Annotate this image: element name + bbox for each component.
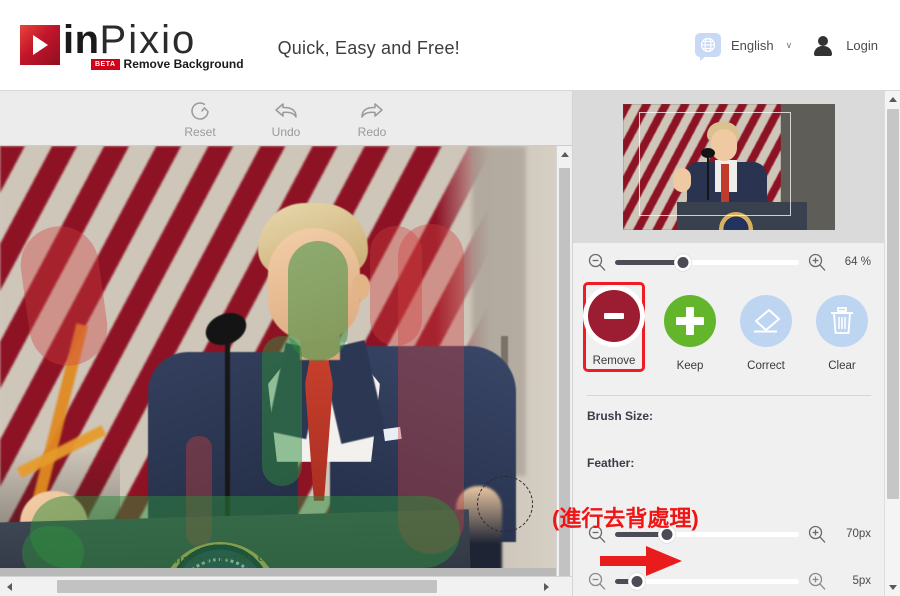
remove-tool-button[interactable]: Remove — [583, 282, 645, 372]
undo-button[interactable]: Undo — [257, 98, 315, 139]
minus-circle-icon — [588, 290, 640, 342]
brand-word-pixio: Pixio — [99, 18, 197, 62]
user-icon[interactable] — [814, 35, 833, 56]
annotation-arrow-icon — [600, 546, 682, 576]
canvas-horizontal-scrollbar[interactable] — [0, 576, 572, 596]
reset-button[interactable]: Reset — [171, 98, 229, 139]
globe-glyph — [700, 37, 716, 53]
feather-label: Feather: — [587, 456, 635, 470]
app-header: inPixio BETA Remove Background Quick, Ea… — [0, 0, 900, 91]
keep-tool-label: Keep — [676, 360, 704, 372]
zoom-out-icon[interactable] — [587, 252, 607, 272]
preview-viewport-rect[interactable] — [639, 112, 791, 216]
necktie — [305, 351, 333, 501]
panel-vertical-scrollbar[interactable] — [884, 91, 900, 596]
plus-horizontal — [676, 317, 704, 325]
zoom-value: 64 % — [844, 256, 871, 268]
zoom-slider-handle[interactable] — [674, 253, 692, 271]
brand-logo-text: inPixio BETA Remove Background — [63, 19, 244, 71]
clear-tool-button[interactable]: Clear — [811, 287, 873, 372]
scroll-up-arrow-icon[interactable] — [557, 146, 572, 162]
face — [268, 228, 360, 340]
redo-button[interactable]: Redo — [343, 98, 401, 139]
minus-glyph — [604, 313, 624, 319]
brand-word-in: in — [63, 18, 100, 62]
canvas-frame[interactable]: SIDENT OF THE U — [0, 145, 572, 583]
eraser-icon — [740, 295, 792, 347]
correct-tool-label: Correct — [747, 360, 785, 372]
remove-tool-label: Remove — [592, 355, 636, 367]
brush-cursor — [477, 476, 533, 532]
header-actions: English ∨ Login — [694, 33, 878, 61]
beta-badge: BETA — [91, 58, 120, 70]
ear — [352, 274, 370, 300]
zoom-slider-row: 64 % — [573, 243, 885, 281]
edit-toolbar: Reset Undo Redo — [0, 91, 572, 145]
play-logo-icon — [20, 25, 60, 65]
keep-tool-button[interactable]: Keep — [659, 287, 721, 372]
brush-size-label: Brush Size: — [587, 409, 654, 423]
undo-label: Undo — [271, 124, 301, 139]
clear-tool-label: Clear — [828, 360, 856, 372]
panel-divider — [587, 395, 871, 396]
scroll-left-arrow-icon[interactable] — [1, 577, 18, 596]
language-label[interactable]: English — [731, 38, 774, 53]
redo-label: Redo — [357, 124, 387, 139]
flag-lapel-pin — [383, 426, 402, 442]
editor-area: Reset Undo Redo SIDENT OF THE U — [0, 91, 572, 596]
canvas-image[interactable]: SIDENT OF THE U — [0, 146, 556, 568]
plus-circle-icon — [664, 295, 716, 347]
panel-vscroll-thumb[interactable] — [887, 109, 899, 499]
correct-tool-button[interactable]: Correct — [735, 287, 797, 372]
zoom-in-icon[interactable] — [807, 524, 827, 544]
undo-icon — [275, 102, 297, 118]
reset-label: Reset — [184, 124, 216, 139]
zoom-in-icon[interactable] — [807, 252, 827, 272]
scroll-right-arrow-icon[interactable] — [538, 577, 555, 596]
redo-icon — [361, 102, 383, 118]
microphone-head — [200, 307, 252, 351]
preview-zone — [573, 91, 885, 243]
feather-value: 5px — [852, 575, 871, 587]
preview-thumbnail[interactable] — [623, 104, 835, 230]
header-tagline: Quick, Easy and Free! — [277, 37, 460, 58]
feather-slider-track[interactable] — [615, 572, 799, 590]
brand-subtitle: BETA Remove Background — [91, 57, 244, 71]
canvas-hscroll-thumb[interactable] — [57, 580, 437, 593]
brand-logo[interactable]: inPixio BETA Remove Background — [20, 19, 244, 71]
trash-icon — [816, 295, 868, 347]
brand-subtitle-text: Remove Background — [123, 57, 244, 71]
seal-text: SIDENT OF THE U — [172, 552, 266, 566]
panel-scroll-down-arrow-icon[interactable] — [885, 579, 900, 596]
mask-tools-row: Remove Keep Correct Clear — [573, 282, 885, 387]
chevron-down-icon[interactable]: ∨ — [786, 40, 793, 51]
brush-size-value: 70px — [846, 528, 871, 540]
reset-icon — [191, 101, 209, 120]
zoom-slider-track[interactable] — [615, 253, 799, 271]
inpixio-remove-background-app: inPixio BETA Remove Background Quick, Ea… — [0, 0, 900, 596]
zoom-in-icon[interactable] — [807, 571, 827, 591]
annotation-text: (進行去背處理) — [552, 506, 699, 531]
eraser-glyph — [754, 309, 780, 333]
brand-wordmark: inPixio — [63, 19, 244, 61]
panel-scroll-up-arrow-icon[interactable] — [885, 91, 900, 108]
subject-person: SIDENT OF THE U — [0, 146, 556, 568]
trash-glyph — [831, 307, 853, 334]
globe-icon[interactable] — [694, 33, 721, 61]
zoom-slider-fill — [615, 259, 684, 265]
login-link[interactable]: Login — [846, 38, 878, 53]
